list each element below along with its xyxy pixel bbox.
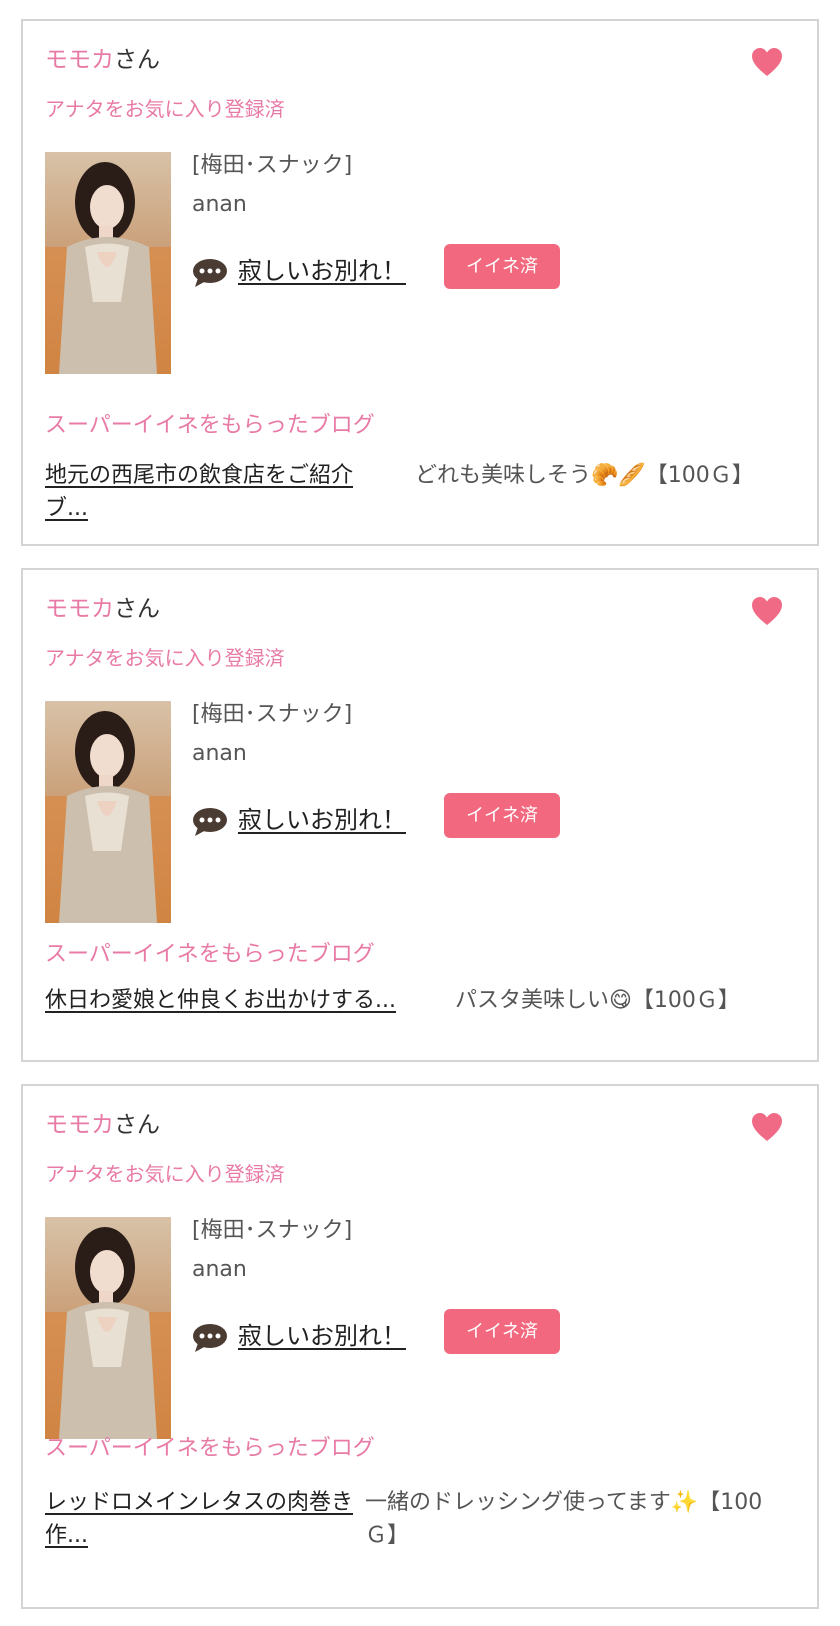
favorite-card: モモカさん アナタをお気に入り登録済 [梅田･スナック] anan 寂しいお別れ… xyxy=(21,19,819,546)
shop-name: anan xyxy=(192,1257,247,1282)
shop-name: anan xyxy=(192,741,247,766)
user-name-line[interactable]: モモカさん xyxy=(45,594,160,624)
blog-comment: パスタ美味しい😋【100Ｇ】 xyxy=(455,988,740,1013)
user-name[interactable]: モモカ xyxy=(45,47,114,73)
favorite-status: アナタをお気に入り登録済 xyxy=(45,646,285,670)
blog-title-link[interactable]: 地元の西尾市の飲食店をご紹介ブ... xyxy=(45,459,395,525)
post-title-link[interactable]: 寂しいお別れ！ xyxy=(238,254,406,288)
user-name[interactable]: モモカ xyxy=(45,596,114,622)
super-iine-blog-heading: スーパーイイネをもらったブログ xyxy=(45,1436,375,1461)
user-name-line[interactable]: モモカさん xyxy=(45,1110,160,1140)
iine-done-button[interactable]: イイネ済 xyxy=(444,1309,560,1354)
user-name-suffix: さん xyxy=(114,596,160,622)
favorite-status: アナタをお気に入り登録済 xyxy=(45,1162,285,1186)
post-title-link[interactable]: 寂しいお別れ！ xyxy=(238,803,406,837)
iine-done-button[interactable]: イイネ済 xyxy=(444,244,560,289)
user-name-suffix: さん xyxy=(114,1112,160,1138)
profile-photo[interactable] xyxy=(45,152,171,374)
favorite-card: モモカさん アナタをお気に入り登録済 [梅田･スナック] anan 寂しいお別れ… xyxy=(21,1084,819,1609)
iine-done-button[interactable]: イイネ済 xyxy=(444,793,560,838)
profile-photo[interactable] xyxy=(45,1217,171,1439)
shop-area-tag: [梅田･スナック] xyxy=(192,1218,353,1243)
user-name-line[interactable]: モモカさん xyxy=(45,45,160,75)
chat-bubble-icon xyxy=(192,1323,228,1353)
heart-icon[interactable] xyxy=(751,596,783,626)
user-name[interactable]: モモカ xyxy=(45,1112,114,1138)
post-title-link[interactable]: 寂しいお別れ！ xyxy=(238,1319,406,1353)
super-iine-blog-heading: スーパーイイネをもらったブログ xyxy=(45,413,375,438)
chat-bubble-icon xyxy=(192,258,228,288)
user-name-suffix: さん xyxy=(114,47,160,73)
favorite-status: アナタをお気に入り登録済 xyxy=(45,97,285,121)
heart-icon[interactable] xyxy=(751,1112,783,1142)
shop-name: anan xyxy=(192,192,247,217)
blog-comment: 一緒のドレッシング使ってます✨【100Ｇ】 xyxy=(365,1490,763,1548)
blog-comment: どれも美味しそう🥐🥖【100Ｇ】 xyxy=(415,463,754,488)
blog-title-link[interactable]: 休日わ愛娘と仲良くお出かけする... xyxy=(45,984,445,1017)
shop-area-tag: [梅田･スナック] xyxy=(192,702,353,727)
heart-icon[interactable] xyxy=(751,47,783,77)
shop-area-tag: [梅田･スナック] xyxy=(192,153,353,178)
favorite-card: モモカさん アナタをお気に入り登録済 [梅田･スナック] anan 寂しいお別れ… xyxy=(21,568,819,1062)
super-iine-blog-heading: スーパーイイネをもらったブログ xyxy=(45,942,375,967)
chat-bubble-icon xyxy=(192,807,228,837)
profile-photo[interactable] xyxy=(45,701,171,923)
blog-title-link[interactable]: レッドロメインレタスの肉巻き作... xyxy=(45,1486,375,1552)
